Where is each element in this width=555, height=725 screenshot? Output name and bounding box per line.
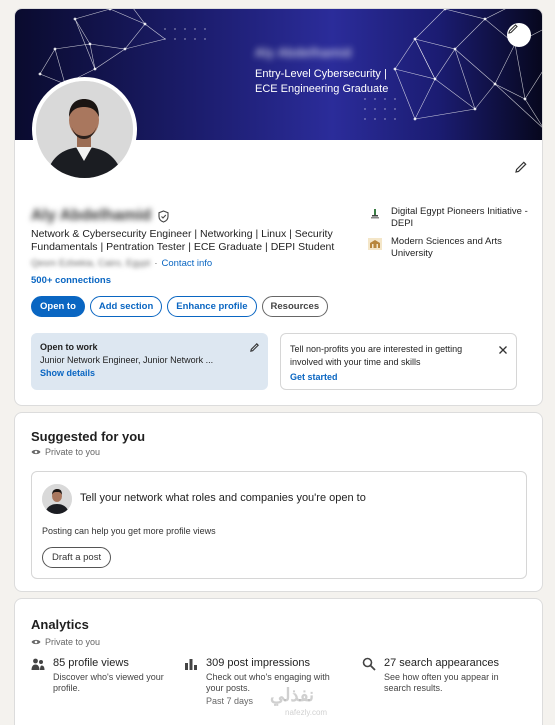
privacy-note: Private to you (31, 637, 100, 647)
profile-actions: Open to Add section Enhance profile Reso… (31, 296, 329, 317)
profile-name: Aly Abdelhamid (31, 207, 152, 224)
suggestion-box: Tell your network what roles and compani… (31, 471, 527, 579)
profile-photo[interactable] (32, 77, 137, 182)
msa-logo (367, 236, 383, 252)
open-to-work-title: Open to work (40, 342, 98, 352)
profile-location: Qesm Ezbekia, Cairo, Egypt (31, 258, 151, 269)
name-row: Aly Abdelhamid (31, 207, 170, 225)
resources-button[interactable]: Resources (261, 296, 329, 317)
privacy-text: Private to you (45, 637, 101, 647)
banner-tagline: Entry-Level Cybersecurity | ECE Engineer… (255, 67, 388, 97)
connections-link[interactable]: 500+ connections (31, 275, 111, 286)
open-to-work-card[interactable]: Open to work Junior Network Engineer, Ju… (31, 333, 268, 390)
metric-desc: See how often you appear in search resul… (384, 672, 499, 693)
close-icon[interactable] (498, 345, 508, 355)
education-item-depi[interactable]: Digital Egypt Pioneers Initiative - DEPI (367, 206, 537, 229)
metric-period: Past 7 days (206, 696, 254, 706)
watermark: نفذلي (270, 685, 315, 705)
section-title: Suggested for you (31, 429, 146, 444)
pencil-icon[interactable] (249, 342, 260, 353)
suggestion-prompt: Tell your network what roles and compani… (80, 492, 366, 504)
bar-chart-icon (185, 659, 197, 670)
edit-banner-button[interactable] (507, 23, 531, 47)
edit-intro-button[interactable] (511, 157, 531, 177)
nonprofit-card: Tell non-profits you are interested in g… (280, 333, 517, 390)
pencil-icon (508, 24, 518, 34)
avatar (42, 484, 72, 514)
suggestion-hint: Posting can help you get more profile vi… (42, 526, 216, 536)
open-to-work-roles: Junior Network Engineer, Junior Network … (40, 355, 214, 365)
show-details-link[interactable]: Show details (40, 368, 259, 378)
banner-tagline-line-2: ECE Engineering Graduate (255, 83, 389, 95)
metric-desc: Discover who's viewed your profile. (53, 672, 164, 693)
metric-title: 27 search appearances (384, 657, 499, 669)
person-photo (36, 81, 133, 178)
metric-title: 309 post impressions (206, 657, 310, 669)
watermark-sub: nafezly.com (285, 708, 328, 717)
banner-tagline-line-1: Entry-Level Cybersecurity | (255, 68, 387, 80)
people-icon (31, 658, 45, 670)
verified-shield-icon[interactable] (157, 209, 170, 223)
profile-card: Aly Abdelhamid Entry-Level Cybersecurity… (14, 8, 543, 406)
pencil-icon (515, 161, 527, 173)
banner-name: Aly Abdelhamid (255, 45, 352, 60)
privacy-note: Private to you (31, 447, 100, 457)
eye-icon (31, 449, 41, 455)
contact-info-link[interactable]: Contact info (162, 258, 213, 269)
section-title: Analytics (31, 617, 89, 632)
privacy-text: Private to you (45, 447, 101, 457)
open-to-button[interactable]: Open to (31, 296, 85, 317)
search-icon (362, 657, 376, 671)
metric-title: 85 profile views (53, 657, 129, 669)
education-item-msa[interactable]: Modern Sciences and Arts University (367, 236, 537, 259)
depi-logo (367, 206, 383, 222)
profile-headline: Network & Cybersecurity Engineer | Netwo… (31, 228, 335, 253)
draft-post-button[interactable]: Draft a post (42, 547, 112, 568)
location-separator: · (154, 258, 158, 269)
nonprofit-text: Tell non-profits you are interested in g… (290, 344, 463, 367)
person-photo (42, 484, 72, 514)
location-row: Qesm Ezbekia, Cairo, Egypt · Contact inf… (31, 258, 212, 269)
suggested-card: Suggested for you Private to you Tell yo… (14, 412, 543, 592)
eye-icon (31, 639, 41, 645)
education-name: Modern Sciences and Arts University (391, 236, 502, 259)
education-name: Digital Egypt Pioneers Initiative - DEPI (391, 206, 528, 229)
add-section-button[interactable]: Add section (89, 296, 163, 317)
get-started-link[interactable]: Get started (290, 372, 507, 382)
enhance-profile-button[interactable]: Enhance profile (167, 296, 257, 317)
